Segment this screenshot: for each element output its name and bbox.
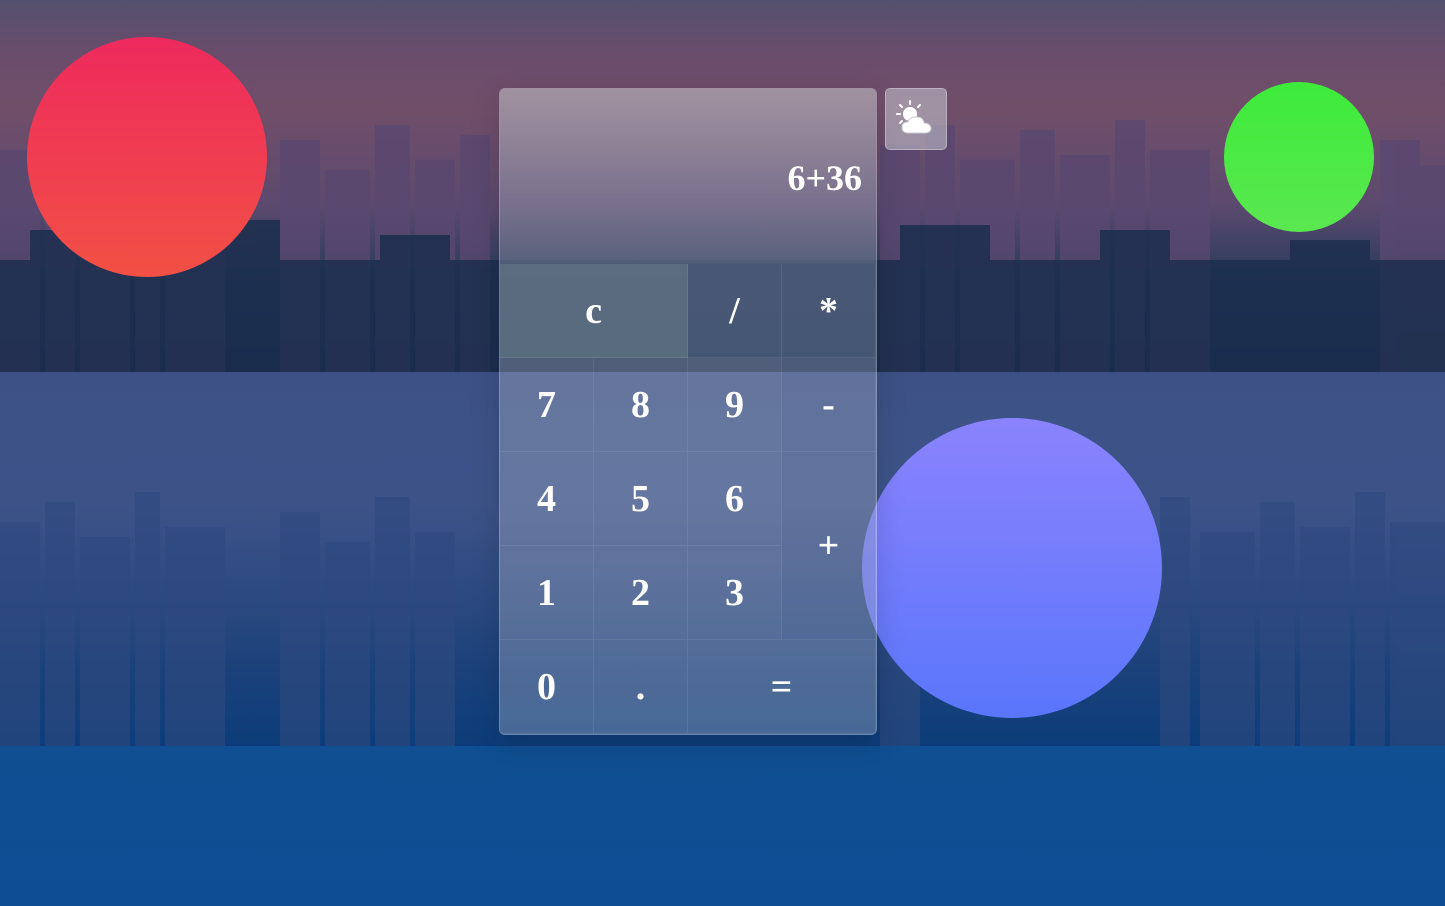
minus-button[interactable]: - xyxy=(782,358,876,452)
plus-button[interactable]: + xyxy=(782,452,876,640)
multiply-button[interactable]: * xyxy=(782,264,876,358)
decimal-button[interactable]: . xyxy=(594,640,688,734)
equals-button[interactable]: = xyxy=(688,640,876,734)
four-button[interactable]: 4 xyxy=(500,452,594,546)
six-button[interactable]: 6 xyxy=(688,452,782,546)
zero-button[interactable]: 0 xyxy=(500,640,594,734)
five-button[interactable]: 5 xyxy=(594,452,688,546)
two-button[interactable]: 2 xyxy=(594,546,688,640)
calculator: 6+36 c / * 7 8 9 - 4 5 6 + 1 2 3 0 . = xyxy=(499,88,877,735)
eight-button[interactable]: 8 xyxy=(594,358,688,452)
weather-button[interactable] xyxy=(885,88,947,150)
calculator-display: 6+36 xyxy=(500,89,876,264)
partly-cloudy-icon xyxy=(896,100,932,134)
clear-button[interactable]: c xyxy=(500,264,688,358)
red-circle xyxy=(27,37,267,277)
floor-band xyxy=(0,746,1445,906)
green-circle xyxy=(1224,82,1374,232)
keypad: c / * 7 8 9 - 4 5 6 + 1 2 3 0 . = xyxy=(500,264,876,734)
three-button[interactable]: 3 xyxy=(688,546,782,640)
seven-button[interactable]: 7 xyxy=(500,358,594,452)
divide-button[interactable]: / xyxy=(688,264,782,358)
nine-button[interactable]: 9 xyxy=(688,358,782,452)
display-value: 6+36 xyxy=(787,158,862,198)
purple-circle xyxy=(862,418,1162,718)
one-button[interactable]: 1 xyxy=(500,546,594,640)
